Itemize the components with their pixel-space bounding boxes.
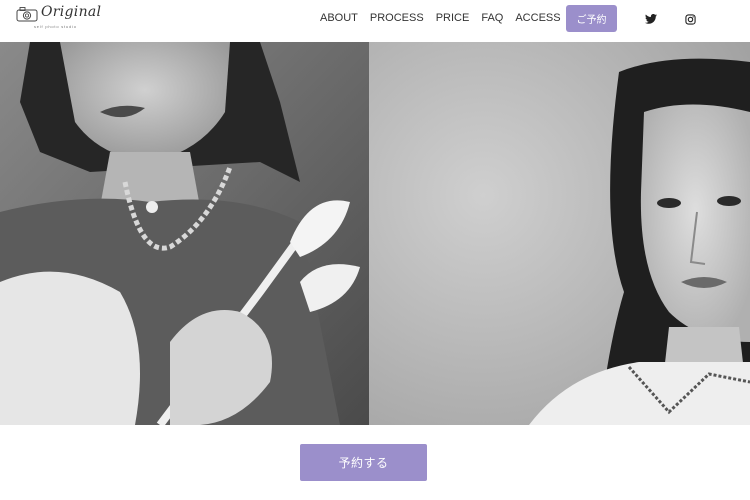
portrait-white-collar-image [369,42,750,425]
main-nav: ABOUT PROCESS PRICE FAQ ACCESS [320,12,573,25]
logo-tagline: self photo studio [34,24,77,29]
hero-section [0,42,750,425]
instagram-icon [684,13,696,25]
hero-photo-left [0,42,369,425]
nav-about[interactable]: ABOUT [320,12,358,25]
reserve-cta-button[interactable]: 予約する [300,444,427,481]
twitter-icon [645,14,657,24]
nav-process[interactable]: PROCESS [370,12,424,25]
nav-faq[interactable]: FAQ [481,12,503,25]
camera-icon [16,7,38,22]
reserve-button[interactable]: ご予約 [566,5,617,32]
twitter-link[interactable] [644,12,658,26]
instagram-link[interactable] [683,12,697,26]
logo[interactable]: Original self photo studio [16,4,102,33]
portrait-calla-lily-image [0,42,369,425]
hero-photo-right [369,42,750,425]
site-header: Original self photo studio ABOUT PROCESS… [0,0,750,42]
nav-access[interactable]: ACCESS [515,12,560,25]
nav-price[interactable]: PRICE [436,12,470,25]
logo-wordmark: Original [41,4,102,20]
